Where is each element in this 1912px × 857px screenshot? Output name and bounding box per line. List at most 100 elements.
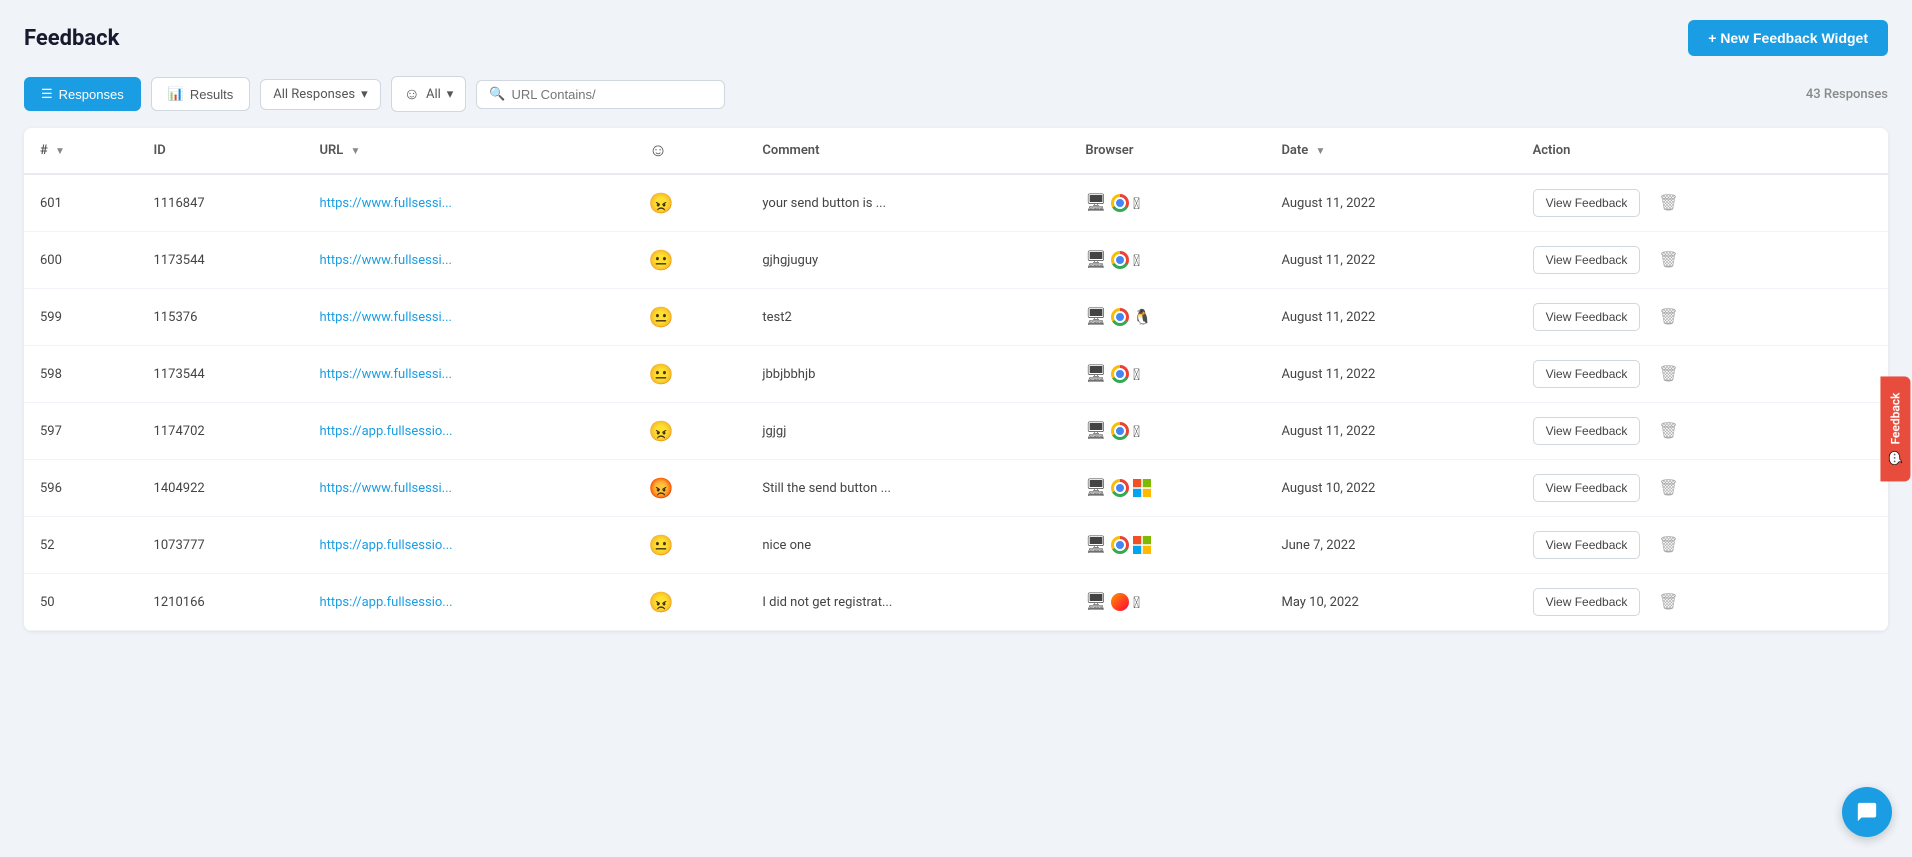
chrome-icon [1111, 251, 1129, 269]
cell-num: 597 [24, 403, 138, 460]
new-feedback-widget-button[interactable]: + New Feedback Widget [1688, 20, 1888, 56]
url-link[interactable]: https://www.fullsessi... [319, 481, 452, 496]
delete-button[interactable]: 🗑 [1650, 417, 1686, 445]
bar-chart-icon: 📊 [168, 86, 184, 102]
device-monitor-icon: 🖥 [1085, 193, 1107, 213]
cell-id: 1174702 [138, 403, 304, 460]
delete-button[interactable]: 🗑 [1650, 531, 1686, 559]
cell-action: View Feedback 🗑 [1517, 403, 1888, 460]
apple-icon:  [1133, 251, 1140, 270]
cell-url[interactable]: https://app.fullsessio... [303, 403, 632, 460]
chrome-icon [1111, 422, 1129, 440]
windows-icon [1133, 479, 1151, 497]
side-feedback-tab[interactable]: 💬 Feedback [1881, 376, 1911, 481]
delete-button[interactable]: 🗑 [1650, 246, 1686, 274]
linux-icon: 🐧 [1133, 308, 1152, 326]
delete-button[interactable]: 🗑 [1650, 360, 1686, 388]
table-row: 596 1404922 https://www.fullsessi... 😡 S… [24, 460, 1888, 517]
table-row: 601 1116847 https://www.fullsessi... 😠 y… [24, 174, 1888, 232]
view-feedback-button[interactable]: View Feedback [1533, 417, 1641, 445]
cell-action: View Feedback 🗑 [1517, 517, 1888, 574]
cell-num: 52 [24, 517, 138, 574]
cell-url[interactable]: https://app.fullsessio... [303, 517, 632, 574]
cell-emoji: 😠 [633, 174, 747, 232]
view-feedback-button[interactable]: View Feedback [1533, 189, 1641, 217]
cell-id: 115376 [138, 289, 304, 346]
cell-emoji: 😐 [633, 232, 747, 289]
cell-browser: 🖥  [1069, 174, 1265, 232]
all-responses-dropdown[interactable]: All Responses ▾ [260, 79, 380, 110]
cell-url[interactable]: https://www.fullsessi... [303, 174, 632, 232]
url-link[interactable]: https://app.fullsessio... [319, 595, 452, 610]
cell-num: 596 [24, 460, 138, 517]
cell-action: View Feedback 🗑 [1517, 174, 1888, 232]
cell-action: View Feedback 🗑 [1517, 460, 1888, 517]
cell-num: 50 [24, 574, 138, 631]
apple-icon:  [1133, 194, 1140, 213]
chrome-icon [1111, 308, 1129, 326]
cell-num: 601 [24, 174, 138, 232]
cell-comment: jbbjbbhjb [746, 346, 1069, 403]
url-link[interactable]: https://www.fullsessi... [319, 367, 452, 382]
device-monitor-icon: 🖥 [1085, 307, 1107, 327]
chevron-down-icon2: ▾ [447, 87, 454, 102]
chrome-icon [1111, 479, 1129, 497]
url-link[interactable]: https://app.fullsessio... [319, 538, 452, 553]
col-date[interactable]: Date ▼ [1265, 128, 1516, 174]
all-filter-dropdown[interactable]: ☺ All ▾ [391, 76, 467, 112]
cell-num: 599 [24, 289, 138, 346]
cell-date: August 11, 2022 [1265, 232, 1516, 289]
device-monitor-icon: 🖥 [1085, 535, 1107, 555]
cell-num: 598 [24, 346, 138, 403]
page-title: Feedback [24, 26, 119, 51]
cell-comment: Still the send button ... [746, 460, 1069, 517]
cell-date: August 11, 2022 [1265, 346, 1516, 403]
tab-responses[interactable]: ☰ Responses [24, 77, 141, 111]
view-feedback-button[interactable]: View Feedback [1533, 588, 1641, 616]
delete-button[interactable]: 🗑 [1650, 303, 1686, 331]
cell-emoji: 😐 [633, 289, 747, 346]
col-url[interactable]: URL ▼ [303, 128, 632, 174]
view-feedback-button[interactable]: View Feedback [1533, 360, 1641, 388]
delete-button[interactable]: 🗑 [1650, 189, 1686, 217]
response-count: 43 Responses [1806, 87, 1888, 102]
tab-results[interactable]: 📊 Results [151, 77, 251, 111]
cell-num: 600 [24, 232, 138, 289]
cell-action: View Feedback 🗑 [1517, 289, 1888, 346]
cell-comment: nice one [746, 517, 1069, 574]
cell-action: View Feedback 🗑 [1517, 232, 1888, 289]
cell-url[interactable]: https://www.fullsessi... [303, 346, 632, 403]
toolbar: ☰ Responses 📊 Results All Responses ▾ ☺ … [24, 76, 1888, 112]
col-action: Action [1517, 128, 1888, 174]
cell-emoji: 😐 [633, 517, 747, 574]
delete-button[interactable]: 🗑 [1650, 474, 1686, 502]
url-link[interactable]: https://www.fullsessi... [319, 310, 452, 325]
list-icon: ☰ [41, 86, 53, 102]
table-row: 598 1173544 https://www.fullsessi... 😐 j… [24, 346, 1888, 403]
chat-button[interactable] [1842, 787, 1892, 837]
col-id: ID [138, 128, 304, 174]
cell-url[interactable]: https://www.fullsessi... [303, 232, 632, 289]
url-link[interactable]: https://app.fullsessio... [319, 424, 452, 439]
cell-id: 1210166 [138, 574, 304, 631]
url-search-bar[interactable]: 🔍 [476, 80, 724, 109]
table-row: 52 1073777 https://app.fullsessio... 😐 n… [24, 517, 1888, 574]
table-row: 50 1210166 https://app.fullsessio... 😠 I… [24, 574, 1888, 631]
view-feedback-button[interactable]: View Feedback [1533, 303, 1641, 331]
cell-comment: test2 [746, 289, 1069, 346]
chrome-icon [1111, 536, 1129, 554]
cell-url[interactable]: https://www.fullsessi... [303, 460, 632, 517]
cell-url[interactable]: https://app.fullsessio... [303, 574, 632, 631]
url-link[interactable]: https://www.fullsessi... [319, 253, 452, 268]
view-feedback-button[interactable]: View Feedback [1533, 246, 1641, 274]
chat-icon [1856, 801, 1878, 823]
delete-button[interactable]: 🗑 [1650, 588, 1686, 616]
date-sort-icon: ▼ [1316, 146, 1326, 157]
view-feedback-button[interactable]: View Feedback [1533, 474, 1641, 502]
cell-url[interactable]: https://www.fullsessi... [303, 289, 632, 346]
cell-browser: 🖥 [1069, 517, 1265, 574]
search-input[interactable] [512, 87, 712, 102]
cell-comment: jgjgj [746, 403, 1069, 460]
view-feedback-button[interactable]: View Feedback [1533, 531, 1641, 559]
url-link[interactable]: https://www.fullsessi... [319, 196, 452, 211]
